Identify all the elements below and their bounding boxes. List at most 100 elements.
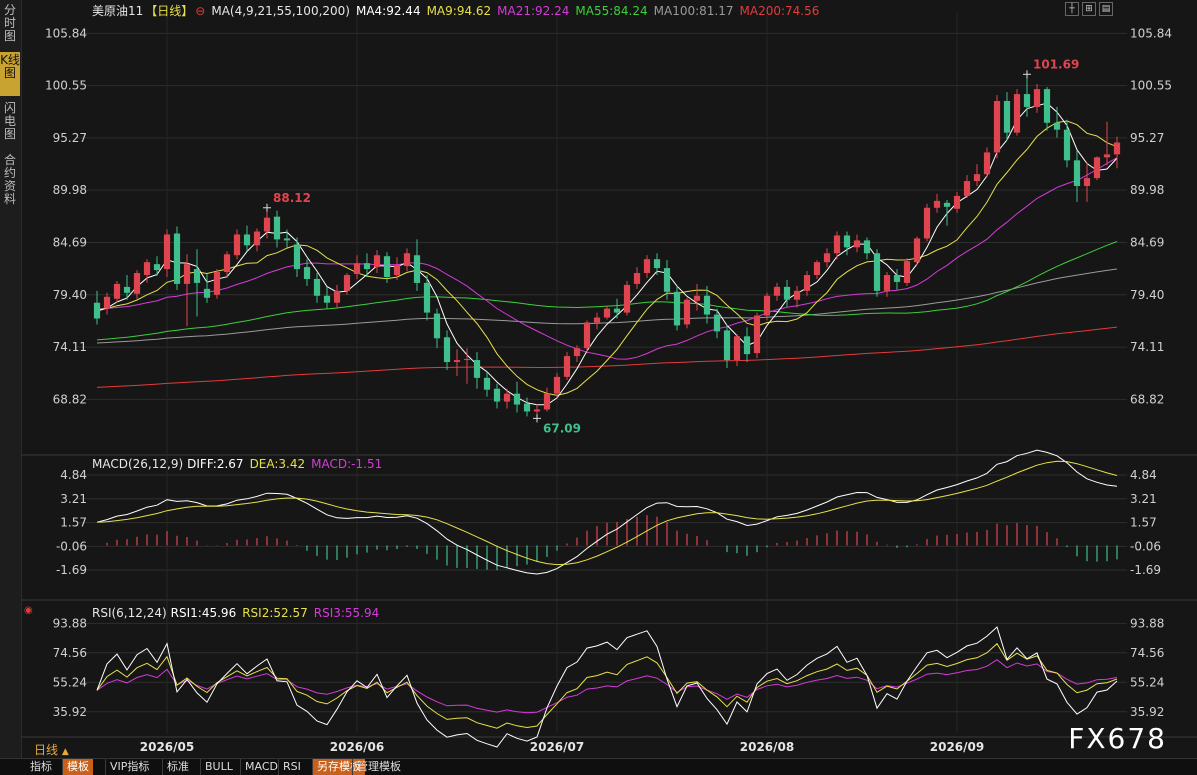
candle-body [553,376,561,394]
candle-body [453,360,461,363]
candle-body [203,288,211,298]
candle-body [963,181,971,196]
candle-body [263,217,271,232]
candle-body [1093,157,1101,179]
candle-body [253,231,261,246]
macd-title: MACD(26,12,9) [92,457,184,471]
period-selector[interactable]: 日线 ▲ [34,741,69,758]
candle-body [633,273,641,284]
macd-tick-left: -1.69 [56,563,87,577]
main-legend: 美原油11 【日线】 ⊖ MA(4,9,21,55,100,200) MA4:92.44… [92,2,825,19]
price-tick-right: 100.55 [1130,79,1172,93]
candle-body [103,296,111,309]
bottom-tab-6[interactable]: RSI [278,759,305,775]
candle-body [303,267,311,279]
candle-body [973,174,981,182]
candle-body [343,275,351,291]
left-tab-2[interactable]: 闪电图 [0,100,20,148]
candle-body [1073,160,1081,187]
candle-body [683,299,691,325]
price-tick-right: 74.11 [1130,340,1164,354]
candle-body [1083,178,1091,187]
layout-icon[interactable]: ▤ [1099,2,1113,16]
candle-body [743,336,751,355]
candle-body [273,216,281,240]
left-tab-1[interactable]: K线图 [0,52,20,96]
rsi-tick-left: 55.24 [53,675,87,689]
rsi-tick-left: 35.92 [53,705,87,719]
candle-body [1103,154,1111,158]
bottom-tab-5[interactable]: MACD [240,759,282,775]
candle-body [923,207,931,239]
price-annotation: 88.12 [273,191,311,205]
crosshair-icon[interactable]: ┼ [1065,2,1079,16]
bottom-tab-1[interactable]: 模板 [62,759,93,775]
bottom-tab-4[interactable]: BULL [200,759,237,775]
candle-body [503,393,511,402]
settings-icon[interactable]: ⊖ [195,4,205,18]
macd-legend: MACD(26,12,9) DIFF:2.67 DEA:3.42 MACD:-1.51 [92,457,388,471]
candle-body [153,264,161,271]
candle-body [783,286,791,300]
candle-body [623,284,631,313]
chart-canvas[interactable]: 105.84 105.84 100.55 100.55 95.27 95.27 89.98 8… [21,0,1197,758]
candle-body [643,259,651,274]
left-view-tabs: 分时图 K线图闪电图合约资料 [0,0,22,760]
candle-body [383,256,391,277]
rsi-title: RSI(6,12,24) [92,606,167,620]
rsi-legend: RSI(6,12,24) RSI1:45.96 RSI2:52.57 RSI3:55.… [92,606,385,620]
grid-icon[interactable]: ⊞ [1082,2,1096,16]
price-tick-left: 74.11 [53,340,87,354]
candle-body [403,253,411,267]
macd-tick-right: -0.06 [1130,539,1161,553]
rsi-tick-right: 74.56 [1130,646,1164,660]
candle-body [903,261,911,283]
candle-body [703,295,711,315]
candle-body [243,234,251,246]
bottom-tab-2[interactable]: VIP指标 [105,759,153,775]
ma100-value: MA100:81.17 [653,4,734,18]
macd-tick-right: 3.21 [1130,492,1157,506]
candle-body [873,253,881,291]
price-tick-right: 84.69 [1130,235,1164,249]
candle-body [1113,142,1121,155]
candle-body [613,308,621,313]
candle-body [943,202,951,207]
candle-body [163,234,171,270]
rsi-settings-icon[interactable]: ◉ [24,605,33,616]
left-tab-0[interactable]: 分时图 [0,2,20,48]
bottom-tab-0[interactable]: 指标 [26,759,56,775]
candle-body [1013,94,1021,133]
price-tick-right: 105.84 [1130,26,1172,40]
candle-body [563,356,571,377]
candle-body [763,295,771,316]
candle-body [293,244,301,270]
candle-body [313,278,321,296]
macd-tick-left: -0.06 [56,539,87,553]
candle-body [433,313,441,339]
candle-body [733,336,741,361]
candle-body [653,259,661,269]
candle-body [363,263,371,270]
candle-body [283,238,291,241]
left-tab-3[interactable]: 合约资料 [0,152,20,214]
candle-body [513,393,521,405]
macd-value: MACD:-1.51 [311,457,383,471]
rsi-tick-left: 74.56 [53,646,87,660]
candle-body [983,152,991,175]
x-axis-label: 2026/09 [930,740,984,754]
ma9-value: MA9:94.62 [426,4,492,18]
bottom-tab-3[interactable]: 标准 [162,759,193,775]
candle-body [953,195,961,209]
candle-body [673,291,681,326]
candle-body [713,314,721,332]
candle-body [753,315,761,354]
x-axis-label: 2026/07 [530,740,584,754]
rsi3-line [96,659,1118,714]
bottom-tab-8[interactable]: 管理模板 [352,759,405,775]
candle-body [123,286,131,293]
price-tick-left: 89.98 [53,183,87,197]
candle-body [663,268,671,292]
candle-body [493,388,501,402]
candle-body [863,240,871,254]
